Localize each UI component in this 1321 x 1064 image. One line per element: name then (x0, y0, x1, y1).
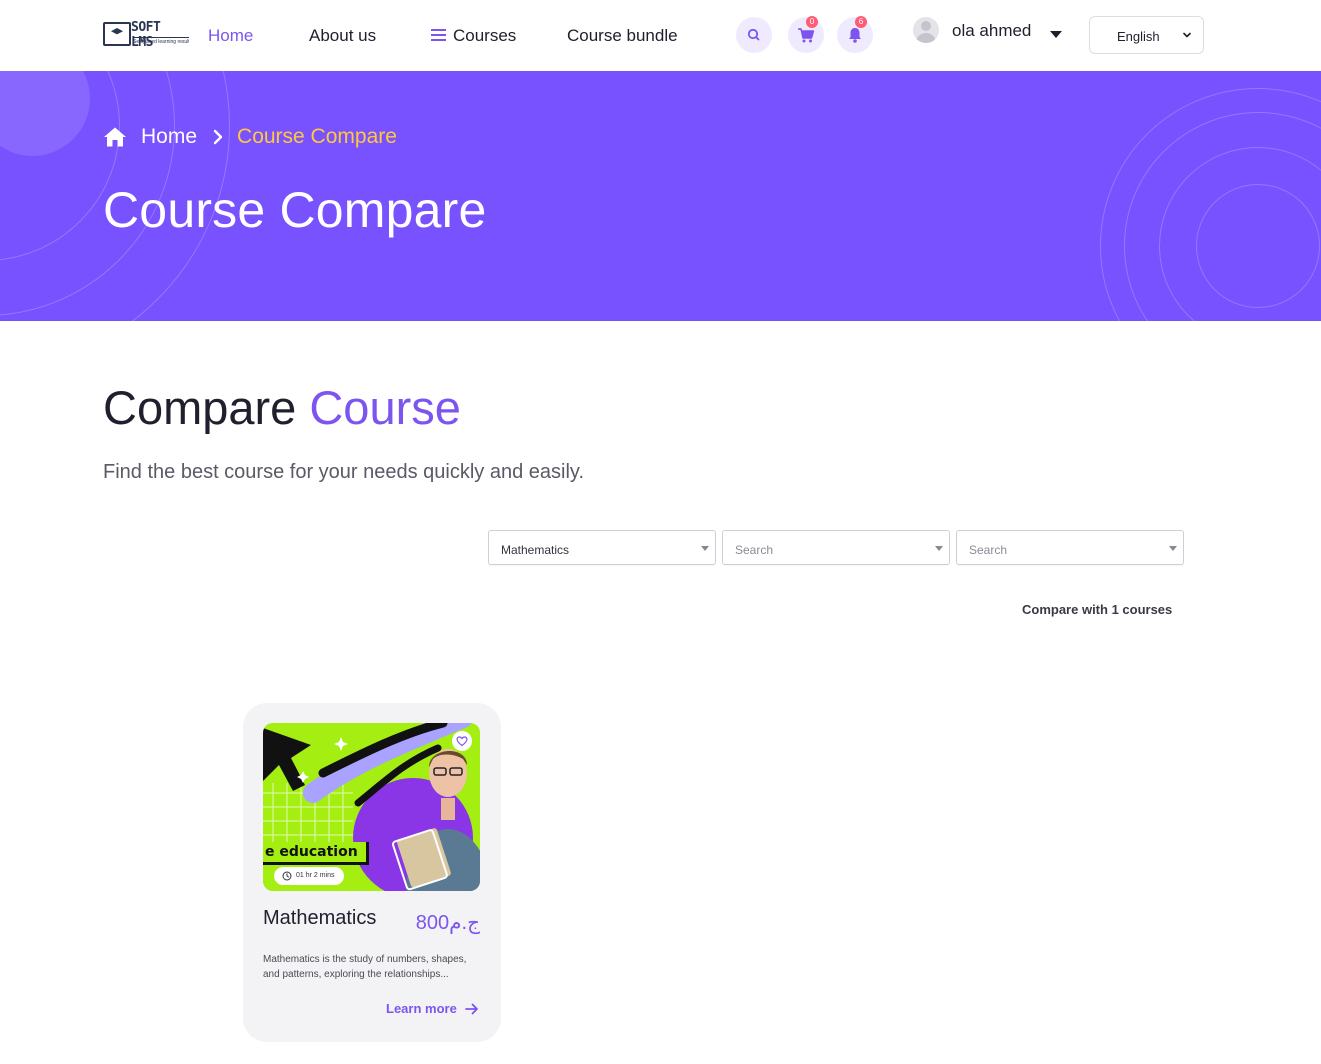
page-title: Course Compare (103, 182, 487, 238)
site-logo[interactable]: SOFT LMS Self-paced learning results (103, 20, 189, 50)
course-description: Mathematics is the study of numbers, sha… (263, 954, 467, 980)
nav-home-link[interactable]: Home (208, 26, 253, 46)
language-select[interactable]: English (1089, 16, 1204, 54)
course-duration-text: 01 hr 2 mins (296, 872, 335, 879)
logo-tagline: Self-paced learning results (133, 37, 189, 45)
page-hero-banner: Home Course Compare Course Compare (0, 71, 1321, 321)
compare-count-text: Compare with 1 courses (1022, 602, 1173, 617)
breadcrumb-current: Course Compare (237, 125, 397, 148)
cart-count-badge: 0 (806, 16, 818, 28)
dropdown-arrow-icon (1169, 546, 1177, 551)
bell-icon (849, 28, 861, 43)
cart-button[interactable]: 0 (788, 16, 824, 53)
nav-courses-label: Courses (453, 26, 517, 45)
notification-count-badge: 6 (855, 16, 867, 28)
course-select-1[interactable]: Mathematics (488, 530, 716, 565)
course-thumbnail-art (263, 723, 480, 891)
heart-icon (456, 736, 468, 747)
decorative-ring (1100, 88, 1321, 321)
course-image-tag: e education (263, 842, 369, 865)
breadcrumb: Home Course Compare (103, 124, 397, 150)
course-card[interactable]: e education 01 hr 2 mins Mathematics 800… (243, 703, 501, 1042)
course-duration-badge: 01 hr 2 mins (274, 867, 344, 885)
chevron-down-icon (1183, 32, 1191, 38)
course-title[interactable]: Mathematics (263, 907, 376, 930)
course-select-3[interactable]: Search (956, 530, 1184, 565)
logo-icon (103, 22, 131, 46)
section-title-accent: Course (309, 381, 461, 434)
chevron-right-icon (213, 129, 223, 145)
notifications-button[interactable]: 6 (837, 16, 873, 53)
course-select-1-value: Mathematics (501, 543, 570, 557)
search-button[interactable] (736, 17, 772, 53)
learn-more-label: Learn more (386, 1001, 457, 1016)
language-value: English (1117, 29, 1160, 44)
logo-brand: SOFT LMS (131, 20, 161, 50)
cart-icon (798, 28, 815, 43)
search-icon (747, 28, 760, 41)
clock-icon (282, 871, 292, 881)
arrow-right-icon (464, 1003, 478, 1015)
user-menu-caret-icon[interactable] (1050, 31, 1062, 38)
section-title: Compare Course (103, 380, 461, 435)
course-select-3-placeholder: Search (969, 543, 1008, 557)
course-thumbnail: e education 01 hr 2 mins (263, 723, 480, 891)
course-price: 800ج.م (415, 912, 480, 934)
favorite-button[interactable] (452, 731, 472, 751)
dropdown-arrow-icon (701, 546, 709, 551)
learn-more-link[interactable]: Learn more (386, 1001, 479, 1016)
nav-courses-link[interactable]: Courses (431, 26, 516, 46)
top-navbar: SOFT LMS Self-paced learning results Hom… (0, 0, 1321, 71)
home-icon[interactable] (103, 126, 127, 148)
dropdown-arrow-icon (935, 546, 943, 551)
nav-bundle-link[interactable]: Course bundle (567, 26, 678, 46)
breadcrumb-home-link[interactable]: Home (141, 125, 197, 149)
menu-icon (431, 29, 446, 41)
user-name[interactable]: ola ahmed (952, 21, 1031, 41)
avatar[interactable] (913, 17, 939, 43)
section-title-main: Compare (103, 381, 310, 434)
course-select-2-placeholder: Search (735, 543, 774, 557)
course-select-2[interactable]: Search (722, 530, 950, 565)
section-subtitle: Find the best course for your needs quic… (103, 461, 584, 483)
nav-about-link[interactable]: About us (309, 26, 376, 46)
